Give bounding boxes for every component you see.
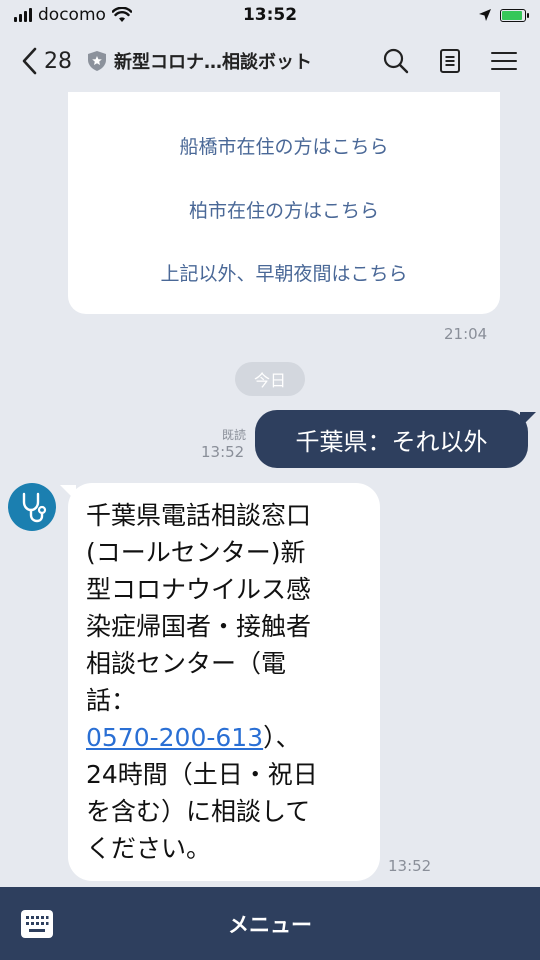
- signal-icon: [14, 8, 32, 22]
- message-line: 千葉県電話相談窓口: [86, 501, 312, 530]
- sent-timestamp: 13:52: [201, 443, 245, 461]
- message-line: 染症帰国者・接触者: [86, 612, 312, 641]
- received-timestamp: 13:52: [388, 857, 432, 875]
- header-icons: [382, 47, 518, 75]
- shield-icon: [88, 51, 106, 71]
- status-left: docomo: [14, 5, 132, 25]
- stethoscope-icon: [22, 492, 47, 523]
- back-count: 28: [44, 48, 72, 74]
- battery-fill: [502, 10, 522, 20]
- status-right: [478, 8, 529, 22]
- status-bar: docomo 13:52: [0, 0, 540, 30]
- keyboard-icon: [21, 909, 53, 938]
- card-timestamp: 21:04: [444, 325, 488, 343]
- message-line: 型コロナウイルス感: [86, 575, 312, 604]
- search-icon[interactable]: [382, 47, 410, 75]
- message-line: を含む）に相談して: [86, 797, 311, 826]
- date-separator: 今日: [235, 362, 305, 396]
- read-label: 既読: [222, 428, 247, 442]
- sent-message-text: 千葉県：それ以外: [295, 427, 488, 456]
- card-option-kashiwa[interactable]: 柏市在住の方はこちら: [68, 196, 500, 223]
- chat-header: 28 新型コロナ…相談ボット: [0, 30, 540, 92]
- menu-icon[interactable]: [490, 47, 518, 75]
- note-icon[interactable]: [436, 47, 464, 75]
- message-line: 24時間（土日・祝日: [86, 760, 318, 789]
- menu-button[interactable]: メニュー: [74, 909, 540, 939]
- phone-link[interactable]: 0570-200-613: [86, 723, 263, 752]
- location-arrow-icon: [479, 9, 491, 21]
- wifi-icon: [111, 7, 132, 22]
- chat-title-area[interactable]: 新型コロナ…相談ボット: [86, 48, 382, 74]
- message-line-suffix: ）、: [263, 723, 301, 752]
- message-line: 話：: [86, 686, 137, 715]
- carrier-name: docomo: [38, 5, 106, 25]
- bottom-bar: メニュー: [0, 887, 540, 960]
- message-line: 相談センター（電: [86, 649, 287, 678]
- message-line: (コールセンター)新: [86, 538, 306, 567]
- bot-avatar[interactable]: [8, 483, 56, 531]
- back-button[interactable]: 28: [20, 46, 72, 76]
- keyboard-button[interactable]: [0, 887, 74, 960]
- card-option-other[interactable]: 上記以外、早朝夜間はこちら: [68, 259, 500, 286]
- card-option-funabashi[interactable]: 船橋市在住の方はこちら: [68, 132, 500, 159]
- message-line: ください。: [86, 834, 212, 863]
- received-message-bubble[interactable]: 千葉県電話相談窓口 (コールセンター)新 型コロナウイルス感 染症帰国者・接触者…: [68, 483, 380, 881]
- sent-message-bubble[interactable]: 千葉県：それ以外: [255, 410, 528, 468]
- chat-title: 新型コロナ…相談ボット: [114, 52, 312, 73]
- chevron-left-icon: [22, 47, 37, 75]
- message-line-phone: 0570-200-613）、: [86, 719, 380, 756]
- battery-icon: [500, 8, 529, 22]
- options-card: 船橋市在住の方はこちら 柏市在住の方はこちら 上記以外、早朝夜間はこちら: [68, 92, 500, 314]
